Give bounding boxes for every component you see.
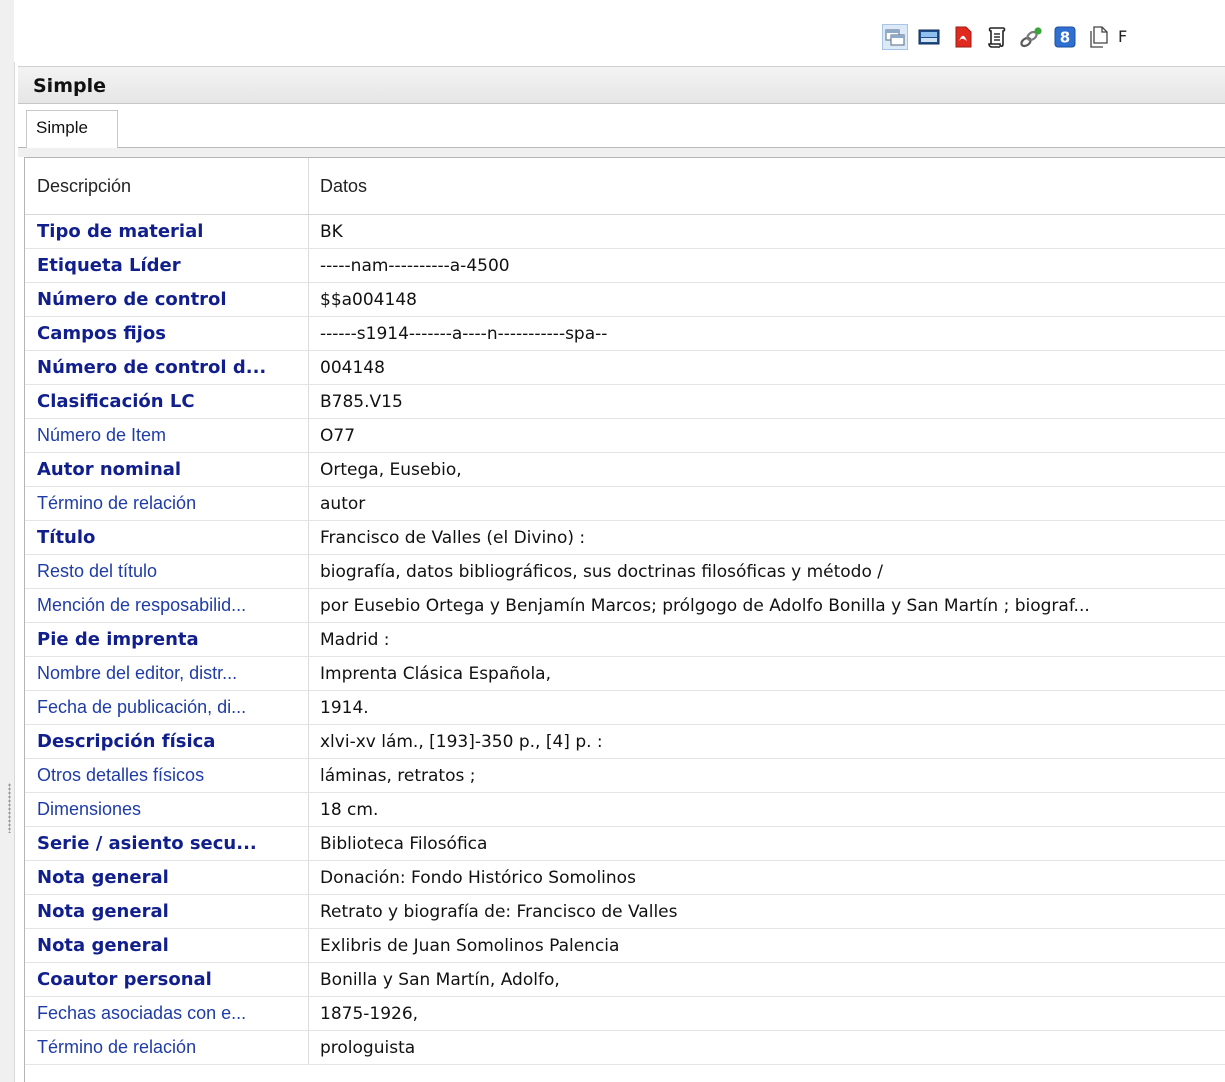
row-label: Nombre del editor, distr... — [25, 657, 309, 690]
window-view-icon[interactable] — [882, 24, 908, 50]
tab-content-gap — [18, 148, 1225, 157]
table-row[interactable]: Campos fijos ------s1914-------a----n----… — [25, 317, 1225, 351]
table-row[interactable]: Número de control d... 004148 — [25, 351, 1225, 385]
table-row[interactable]: Serie / asiento secu... Biblioteca Filosó… — [25, 827, 1225, 861]
table-row[interactable]: Término de relación autor — [25, 487, 1225, 521]
script-icon[interactable] — [984, 24, 1010, 50]
table-row[interactable]: Coautor personal Bonilla y San Martín, Ad… — [25, 963, 1225, 997]
left-splitter[interactable] — [0, 0, 15, 1082]
row-value: Ortega, Eusebio, — [320, 459, 462, 480]
row-value: autor — [320, 493, 366, 514]
table-row[interactable]: Pie de imprenta Madrid : — [25, 623, 1225, 657]
row-label: Nota general — [25, 929, 309, 962]
row-value: 18 cm. — [320, 799, 379, 820]
table-row[interactable]: Descripción física xlvi-xv lám., [193]-35… — [25, 725, 1225, 759]
table-row[interactable]: Título Francisco de Valles (el Divino) : — [25, 521, 1225, 555]
row-label: Nota general — [25, 895, 309, 928]
row-value: B785.V15 — [320, 391, 403, 412]
row-label: Clasificación LC — [25, 385, 309, 418]
row-label: Nota general — [25, 861, 309, 894]
google-icon[interactable]: 8 — [1052, 24, 1078, 50]
row-value: xlvi-xv lám., [193]-350 p., [4] p. : — [320, 731, 603, 752]
row-value: 1914. — [320, 697, 369, 718]
row-value: prologuista — [320, 1037, 416, 1058]
column-header-datos[interactable]: Datos — [309, 158, 1225, 214]
table-row[interactable]: Clasificación LC B785.V15 — [25, 385, 1225, 419]
table-row[interactable]: Término de relación prologuista — [25, 1031, 1225, 1065]
row-label: Descripción física — [25, 725, 309, 758]
row-value: Biblioteca Filosófica — [320, 833, 488, 854]
table-row[interactable]: Nota general Donación: Fondo Histórico So… — [25, 861, 1225, 895]
row-label: Otros detalles físicos — [25, 759, 309, 792]
row-label: Campos fijos — [25, 317, 309, 350]
row-label: Fechas asociadas con e... — [25, 997, 309, 1030]
tabs-bar: Simple — [18, 104, 1225, 148]
row-value: Bonilla y San Martín, Adolfo, — [320, 969, 560, 990]
table-row[interactable]: Otros detalles físicos láminas, retratos … — [25, 759, 1225, 793]
table-row[interactable]: Nombre del editor, distr... Imprenta Clás… — [25, 657, 1225, 691]
row-label: Término de relación — [25, 487, 309, 520]
row-label: Término de relación — [25, 1031, 309, 1064]
row-label: Etiqueta Líder — [25, 249, 309, 282]
row-label: Dimensiones — [25, 793, 309, 826]
row-value: -----nam----------a-4500 — [320, 255, 510, 276]
row-value: por Eusebio Ortega y Benjamín Marcos; pr… — [320, 595, 1090, 616]
table-row[interactable]: Autor nominal Ortega, Eusebio, — [25, 453, 1225, 487]
toolbar: 8 F — [14, 0, 1225, 62]
svg-text:8: 8 — [1060, 29, 1070, 47]
row-label: Número de control d... — [25, 351, 309, 384]
row-label: Título — [25, 521, 309, 554]
row-label: Serie / asiento secu... — [25, 827, 309, 860]
row-label: Número de control — [25, 283, 309, 316]
table-row[interactable]: Mención de resposabilid... por Eusebio Or… — [25, 589, 1225, 623]
row-value: BK — [320, 221, 343, 242]
table-header-row: Descripción Datos — [25, 158, 1225, 215]
table-row[interactable]: Fecha de publicación, di... 1914. — [25, 691, 1225, 725]
row-label: Pie de imprenta — [25, 623, 309, 656]
row-label: Fecha de publicación, di... — [25, 691, 309, 724]
splitter-grip-icon[interactable] — [8, 783, 11, 833]
table-row[interactable]: Fechas asociadas con e... 1875-1926, — [25, 997, 1225, 1031]
panel-title: Simple — [33, 75, 106, 97]
toolbar-icons: 8 F — [882, 24, 1127, 50]
table-row[interactable]: Resto del título biografía, datos bibliog… — [25, 555, 1225, 589]
panel-header: Simple — [18, 66, 1225, 104]
row-value: ------s1914-------a----n-----------spa-- — [320, 323, 608, 344]
row-label: Resto del título — [25, 555, 309, 588]
row-label: Tipo de material — [25, 215, 309, 248]
table-row[interactable]: Nota general Exlibris de Juan Somolinos P… — [25, 929, 1225, 963]
row-value: O77 — [320, 425, 356, 446]
table-row[interactable]: Número de control $$a004148 — [25, 283, 1225, 317]
column-header-descripcion[interactable]: Descripción — [25, 158, 309, 214]
table-row[interactable]: Etiqueta Líder -----nam----------a-4500 — [25, 249, 1225, 283]
tab-simple[interactable]: Simple — [26, 110, 118, 148]
row-label: Autor nominal — [25, 453, 309, 486]
row-value: Francisco de Valles (el Divino) : — [320, 527, 586, 548]
row-value: Madrid : — [320, 629, 390, 650]
display-view-icon[interactable] — [916, 24, 942, 50]
row-value: Imprenta Clásica Española, — [320, 663, 551, 684]
row-value: 1875-1926, — [320, 1003, 419, 1024]
row-label: Coautor personal — [25, 963, 309, 996]
row-value: $$a004148 — [320, 289, 417, 310]
row-value: Retrato y biografía de: Francisco de Val… — [320, 901, 678, 922]
record-table: Descripción Datos Tipo de material BK Etiq… — [24, 157, 1225, 1082]
row-value: Exlibris de Juan Somolinos Palencia — [320, 935, 620, 956]
document-copy-icon[interactable] — [1086, 24, 1112, 50]
row-value: biografía, datos bibliográficos, sus doc… — [320, 561, 884, 582]
row-value: Donación: Fondo Histórico Somolinos — [320, 867, 636, 888]
table-row[interactable]: Número de Item O77 — [25, 419, 1225, 453]
table-row[interactable]: Nota general Retrato y biografía de: Fran… — [25, 895, 1225, 929]
table-row[interactable]: Dimensiones 18 cm. — [25, 793, 1225, 827]
row-label: Mención de resposabilid... — [25, 589, 309, 622]
row-label: Número de Item — [25, 419, 309, 452]
row-value: láminas, retratos ; — [320, 765, 476, 786]
pdf-icon[interactable] — [950, 24, 976, 50]
table-row[interactable]: Tipo de material BK — [25, 215, 1225, 249]
row-value: 004148 — [320, 357, 385, 378]
link-chain-icon[interactable] — [1018, 24, 1044, 50]
toolbar-cut-label[interactable]: F — [1118, 27, 1127, 46]
